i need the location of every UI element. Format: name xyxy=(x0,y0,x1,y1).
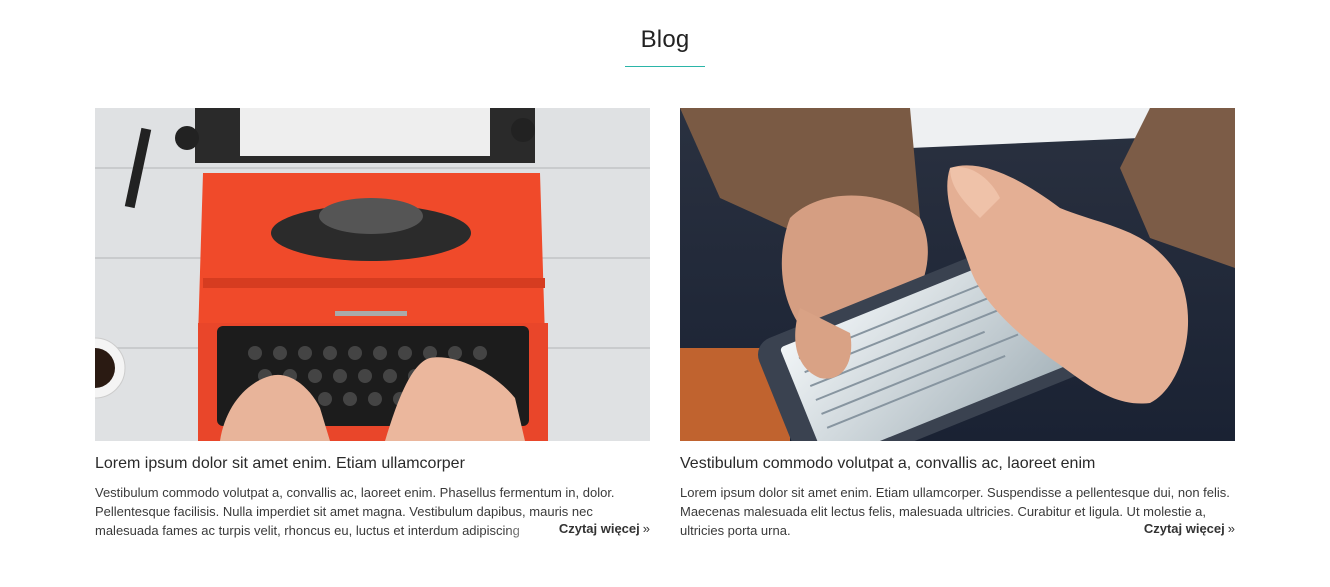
excerpt-fade xyxy=(505,521,545,540)
double-chevron-right-icon: » xyxy=(1227,521,1235,536)
double-chevron-right-icon: » xyxy=(642,521,650,536)
blog-card: Vestibulum commodo volutpat a, convallis… xyxy=(680,108,1235,540)
post-title[interactable]: Lorem ipsum dolor sit amet enim. Etiam u… xyxy=(95,454,650,474)
typewriter-photo xyxy=(95,108,650,441)
blog-card: Lorem ipsum dolor sit amet enim. Etiam u… xyxy=(95,108,650,540)
read-more-label: Czytaj więcej xyxy=(1143,521,1225,536)
post-body: Vestibulum commodo volutpat a, convallis… xyxy=(95,483,650,540)
section-title: Blog xyxy=(640,26,690,53)
title-underline xyxy=(625,66,705,67)
post-body: Lorem ipsum dolor sit amet enim. Etiam u… xyxy=(680,483,1235,540)
post-title[interactable]: Vestibulum commodo volutpat a, convallis… xyxy=(680,454,1235,474)
post-thumbnail-smartphone[interactable] xyxy=(680,108,1235,441)
smartphone-photo xyxy=(680,108,1235,441)
read-more-link[interactable]: Czytaj więcej» xyxy=(1135,519,1235,538)
post-thumbnail-typewriter[interactable] xyxy=(95,108,650,441)
read-more-label: Czytaj więcej xyxy=(558,521,640,536)
read-more-link[interactable]: Czytaj więcej» xyxy=(550,519,650,538)
